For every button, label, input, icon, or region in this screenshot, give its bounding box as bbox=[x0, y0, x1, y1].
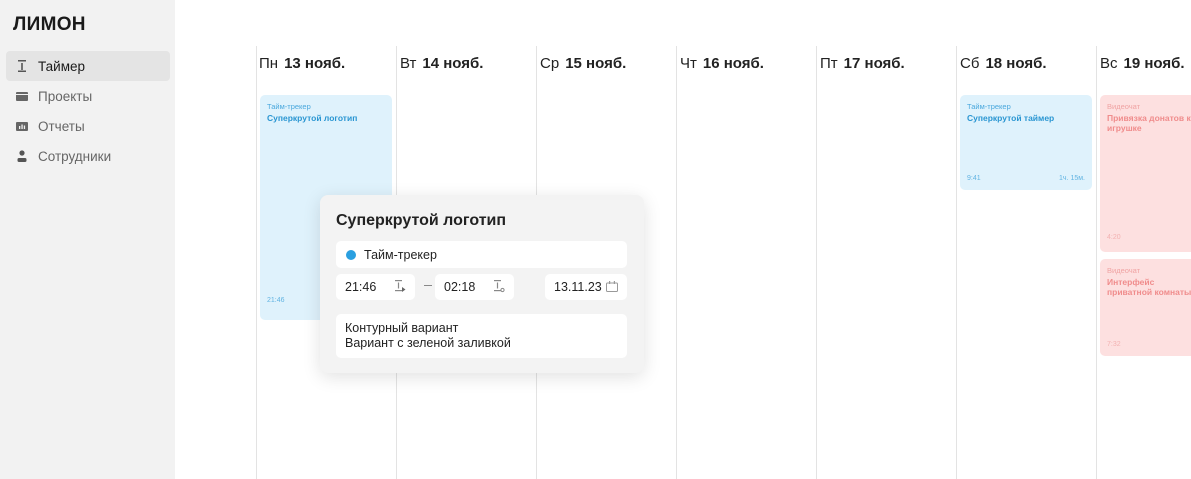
day-name: Пн bbox=[259, 55, 279, 72]
popover-title: Суперкрутой логотип bbox=[336, 212, 507, 229]
day-date: 16 нояб. bbox=[702, 55, 764, 72]
column-divider bbox=[1096, 46, 1097, 479]
event-project: Видеочат bbox=[1107, 102, 1141, 111]
sidebar-item-label: Таймер bbox=[38, 58, 85, 74]
day-header-fri: Пт 17 нояб. bbox=[820, 55, 905, 72]
sidebar-item-timer[interactable]: Таймер bbox=[6, 51, 170, 81]
sidebar-item-employees[interactable]: Сотрудники bbox=[6, 141, 170, 171]
start-time-input[interactable]: 21:46 bbox=[336, 274, 415, 300]
event-project: Тайм-трекер bbox=[267, 102, 311, 111]
note-line: Контурный вариант bbox=[345, 321, 459, 335]
day-name: Сб bbox=[960, 55, 980, 72]
event-start-time: 7:32 bbox=[1107, 341, 1121, 348]
day-date: 14 нояб. bbox=[422, 55, 484, 72]
day-header-wed: Ср 15 нояб. bbox=[540, 55, 626, 72]
sidebar-item-label: Сотрудники bbox=[38, 148, 112, 164]
project-color-dot bbox=[346, 249, 356, 260]
sidebar-nav: Таймер Проекты Отчеты Сотрудники bbox=[6, 51, 170, 171]
column-divider bbox=[816, 46, 817, 479]
event-start-time: 9:41 bbox=[967, 175, 981, 182]
calendar-icon[interactable] bbox=[606, 281, 618, 295]
event-project: Тайм-трекер bbox=[967, 102, 1011, 111]
time-range-dash bbox=[424, 285, 432, 286]
event-start-time: 21:46 bbox=[267, 297, 285, 304]
day-name: Ср bbox=[540, 55, 560, 72]
event-card[interactable]: Видеочат Интерфейс приватной комнаты 7:3… bbox=[1100, 259, 1191, 356]
day-name: Вс bbox=[1100, 55, 1118, 72]
event-start-time: 4:20 bbox=[1107, 234, 1121, 241]
timer-icon bbox=[16, 60, 28, 72]
sidebar-item-label: Отчеты bbox=[38, 118, 85, 134]
day-header-sun: Вс 19 нояб. bbox=[1100, 55, 1185, 72]
event-duration: 1ч. 15м. bbox=[1059, 175, 1085, 182]
sidebar-item-reports[interactable]: Отчеты bbox=[6, 111, 170, 141]
note-line: Вариант с зеленой заливкой bbox=[345, 336, 511, 350]
sidebar-item-projects[interactable]: Проекты bbox=[6, 81, 170, 111]
time-picker-icon[interactable] bbox=[394, 280, 406, 296]
event-detail-popover: Суперкрутой логотип Тайм-трекер 21:46 02… bbox=[320, 195, 644, 373]
note-textarea[interactable]: Контурный вариант Вариант с зеленой зали… bbox=[336, 314, 627, 358]
end-time-value: 02:18 bbox=[444, 280, 476, 294]
event-title: Суперкрутой таймер bbox=[967, 113, 1055, 123]
time-picker-icon[interactable] bbox=[493, 280, 505, 296]
column-divider bbox=[956, 46, 957, 479]
event-project: Видеочат bbox=[1107, 266, 1141, 275]
day-header-tue: Вт 14 нояб. bbox=[400, 55, 483, 72]
event-title: Интерфейс приватной комнаты bbox=[1107, 277, 1191, 297]
column-divider bbox=[256, 46, 257, 479]
day-date: 18 нояб. bbox=[985, 55, 1047, 72]
project-name: Тайм-трекер bbox=[364, 247, 437, 262]
end-time-input[interactable]: 02:18 bbox=[435, 274, 514, 300]
event-card[interactable]: Видеочат Привязка донатов к игрушке 4:20 bbox=[1100, 95, 1191, 252]
day-date: 15 нояб. bbox=[565, 55, 627, 72]
day-name: Вт bbox=[400, 55, 417, 72]
person-icon bbox=[16, 150, 28, 162]
sidebar: ЛИМОН Таймер Проекты Отчеты Сотрудники bbox=[0, 0, 175, 479]
start-time-value: 21:46 bbox=[345, 280, 377, 294]
report-icon bbox=[16, 120, 28, 132]
folder-icon bbox=[16, 90, 28, 102]
event-card[interactable]: Тайм-трекер Суперкрутой таймер 9:41 1ч. … bbox=[960, 95, 1092, 190]
day-date: 17 нояб. bbox=[843, 55, 905, 72]
event-title: Суперкрутой логотип bbox=[267, 113, 358, 123]
app-logo: ЛИМОН bbox=[13, 14, 86, 35]
day-name: Пт bbox=[820, 55, 838, 72]
column-divider bbox=[676, 46, 677, 479]
date-value: 13.11.23 bbox=[554, 280, 602, 294]
sidebar-item-label: Проекты bbox=[38, 88, 93, 104]
day-date: 13 нояб. bbox=[284, 55, 346, 72]
day-header-thu: Чт 16 нояб. bbox=[680, 55, 764, 72]
day-header-mon: Пн 13 нояб. bbox=[259, 55, 345, 72]
day-name: Чт bbox=[680, 55, 697, 72]
project-select[interactable]: Тайм-трекер bbox=[336, 241, 627, 268]
day-header-sat: Сб 18 нояб. bbox=[960, 55, 1047, 72]
date-input[interactable]: 13.11.23 bbox=[545, 274, 627, 300]
day-date: 19 нояб. bbox=[1123, 55, 1185, 72]
event-title: Привязка донатов к игрушке bbox=[1107, 113, 1191, 133]
